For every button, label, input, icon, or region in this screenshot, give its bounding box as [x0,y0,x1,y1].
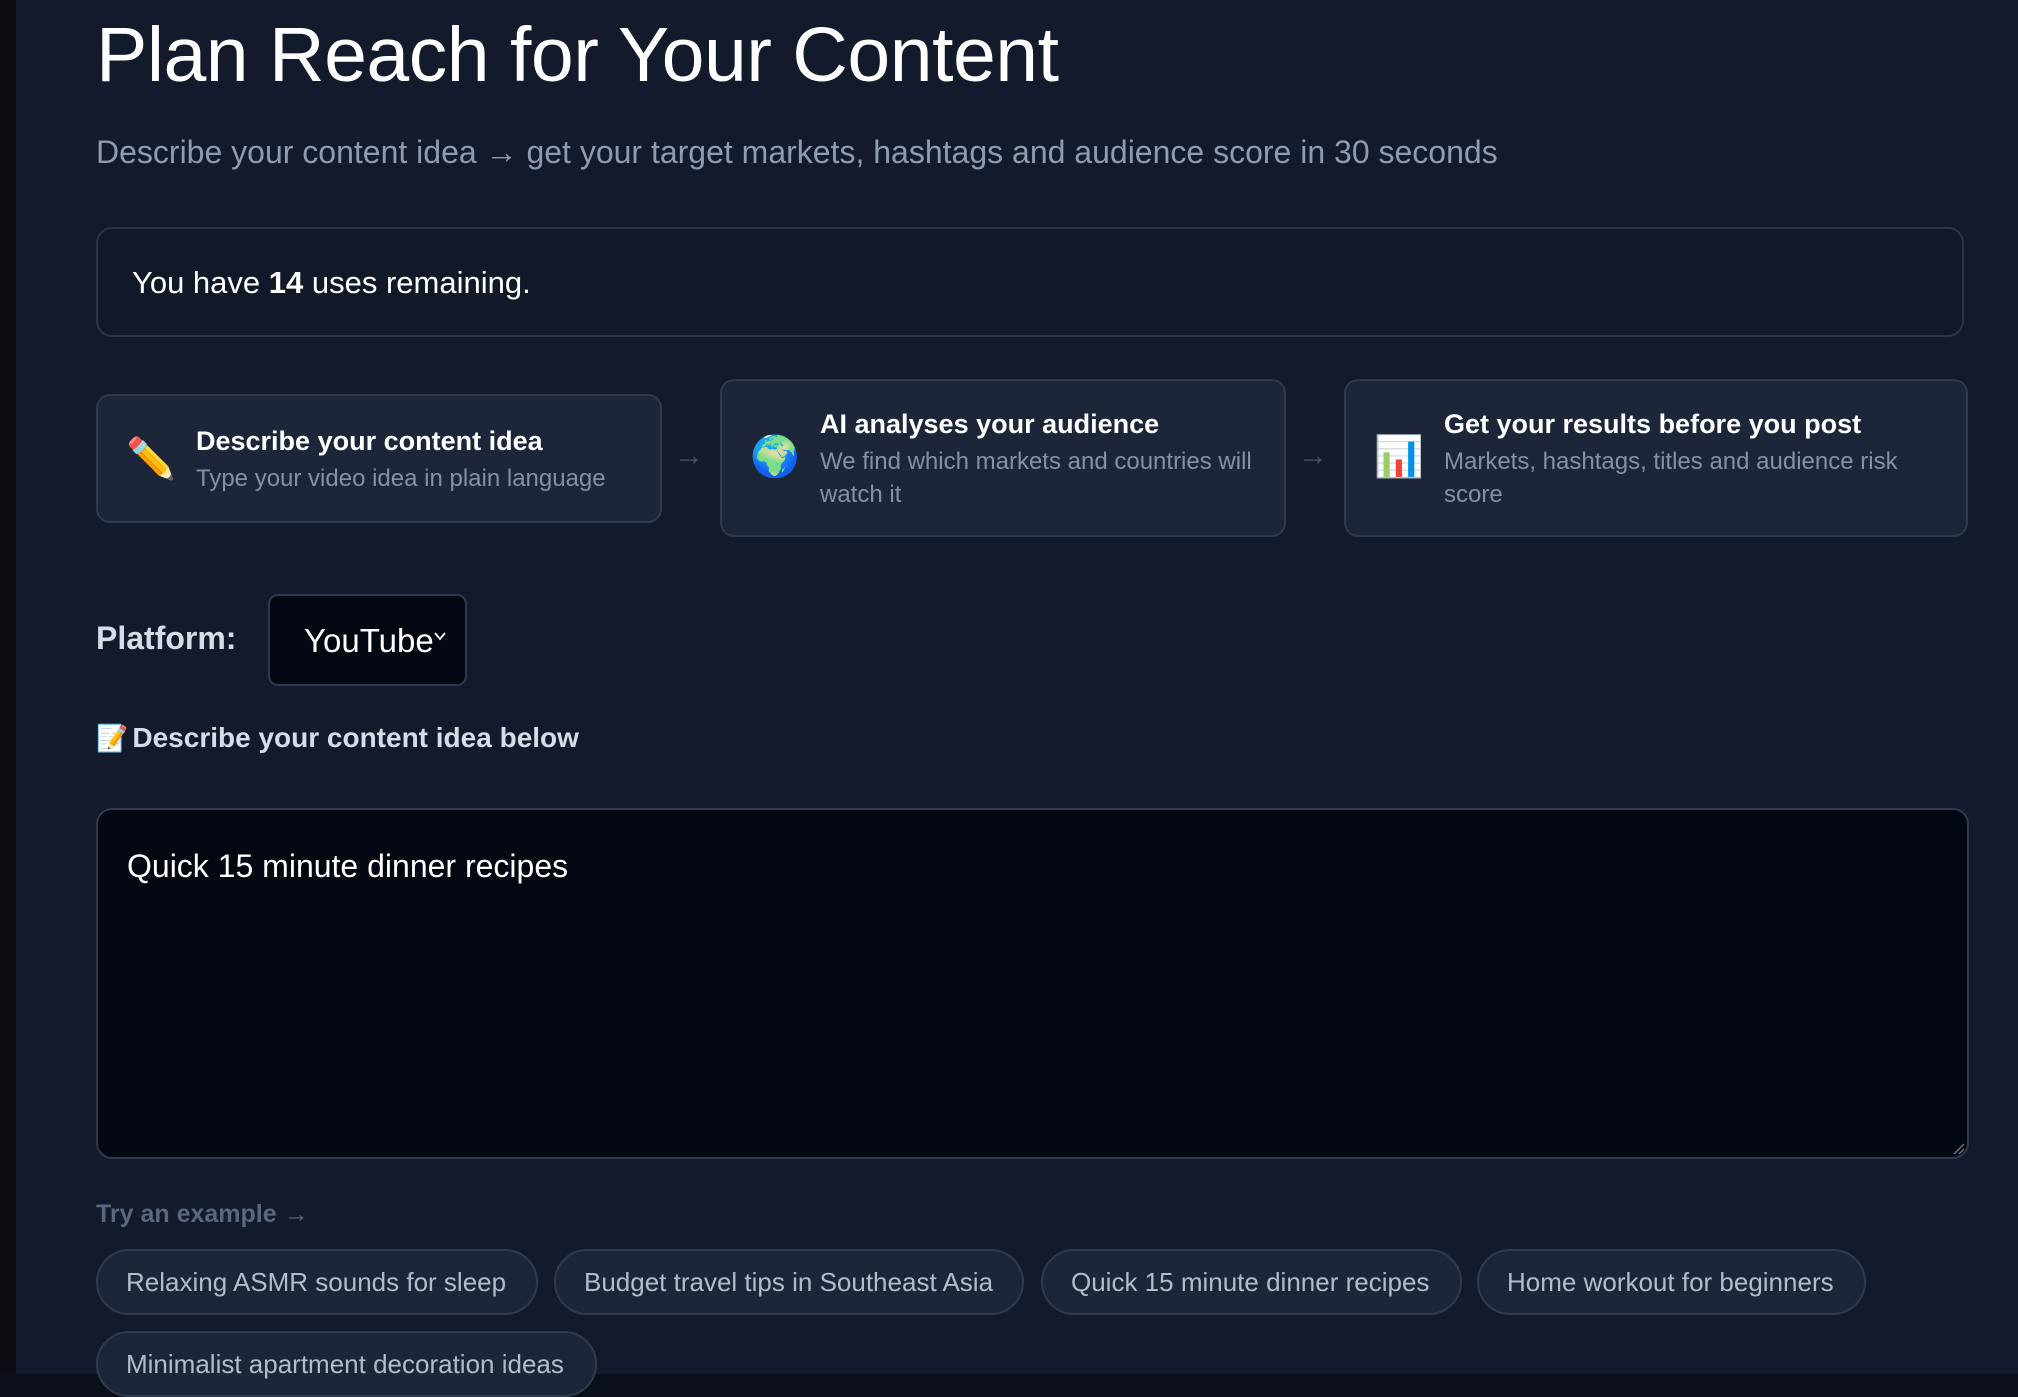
step-title: AI analyses your audience [820,409,1160,439]
step-card-analyse: 🌍 AI analyses your audience We find whic… [720,379,1286,537]
usage-count: 14 [268,265,304,300]
usage-banner: You have 14 uses remaining. [96,227,1964,337]
step-arrow-icon: → [1298,439,1328,472]
idea-label-text: Describe your content idea below [132,722,579,753]
step-description: Markets, hashtags, titles and audience r… [1444,448,1898,508]
page-subtitle: Describe your content idea → get your ta… [96,134,1498,170]
usage-prefix: You have [132,265,269,300]
content-idea-textarea[interactable]: Quick 15 minute dinner recipes [96,808,1969,1159]
resize-handle-icon[interactable] [1951,1141,1965,1155]
step-title: Get your results before you post [1444,409,1862,439]
usage-suffix: uses remaining. [303,265,531,300]
platform-label: Platform: [96,620,237,656]
step-arrow-icon: → [674,439,704,472]
bar-chart-icon: 📊 [1374,435,1424,479]
usage-text: You have 14 uses remaining. [132,265,531,301]
page-title: Plan Reach for Your Content [96,12,1059,98]
step-description: Type your video idea in plain language [196,465,606,492]
step-title: Describe your content idea [196,426,543,456]
left-edge-strip [0,0,16,1374]
example-chip[interactable]: Minimalist apartment decoration ideas [96,1331,597,1397]
chevron-down-icon [434,632,446,641]
step-card-results: 📊 Get your results before you post Marke… [1344,379,1968,537]
example-chip[interactable]: Home workout for beginners [1477,1249,1866,1315]
step-card-describe: ✏️ Describe your content idea Type your … [96,394,662,523]
example-chip[interactable]: Quick 15 minute dinner recipes [1041,1249,1462,1315]
try-example-label: Try an example → [96,1200,309,1228]
memo-icon: 📝 [96,723,129,753]
page: Plan Reach for Your Content Describe you… [16,0,2018,1397]
example-chip[interactable]: Budget travel tips in Southeast Asia [554,1249,1024,1315]
platform-select-value: YouTube [304,622,434,659]
platform-select[interactable]: YouTube [268,594,467,686]
pencil-icon: ✏️ [126,437,176,481]
globe-icon: 🌍 [750,435,800,479]
step-description: We find which markets and countries will… [820,448,1252,508]
idea-label: 📝 Describe your content idea below [96,722,579,754]
content-idea-value: Quick 15 minute dinner recipes [127,848,569,884]
example-chip[interactable]: Relaxing ASMR sounds for sleep [96,1249,538,1315]
